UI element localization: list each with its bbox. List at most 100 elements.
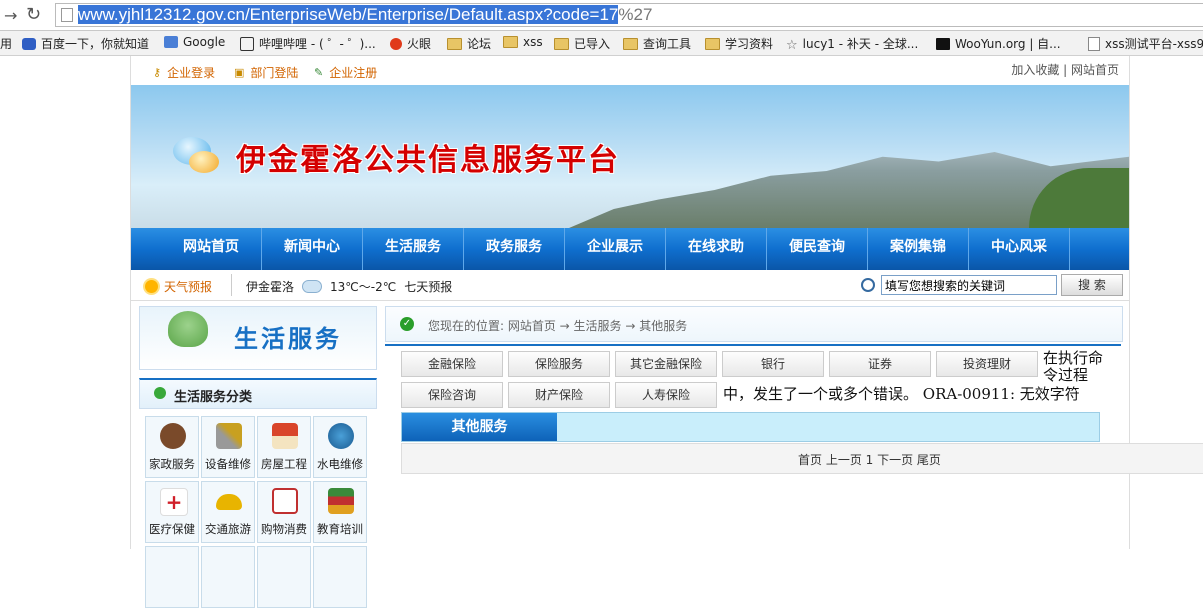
divider [231, 274, 232, 296]
enterprise-login-link[interactable]: ⚷ 企业登录 [153, 64, 215, 81]
error-message-line2: 令过程 [1043, 366, 1089, 384]
category-equipment-repair[interactable]: 设备维修 [201, 416, 255, 478]
sub-category-tabs: 金融保险 保险服务 其它金融保险 银行 证券 投资理财 保险咨询 财产保险 人寿… [385, 349, 1121, 413]
tab-other-services[interactable]: 其他服务 [402, 413, 557, 441]
subtab-bank[interactable]: 银行 [722, 351, 824, 377]
bookmark-folder[interactable]: 学习资料 [705, 35, 773, 52]
star-icon: ☆ [786, 37, 798, 53]
back-icon[interactable]: → [4, 6, 17, 25]
subtab-property-insurance[interactable]: 财产保险 [508, 382, 610, 408]
main-content: ✓ 您现在的位置: 网站首页 → 生活服务 → 其他服务 金融保险 保险服务 其… [385, 306, 1123, 413]
folder-icon [503, 36, 518, 48]
life-services-banner: 生活服务 [139, 306, 377, 370]
weather-label: 天气预报 [145, 278, 212, 295]
list-tab-header: 其他服务 [401, 412, 1100, 442]
nav-life-services[interactable]: 生活服务 [363, 228, 464, 270]
site-title: 伊金霍洛公共信息服务平台 [236, 143, 620, 178]
sidebar: 生活服务 生活服务分类 家政服务 设备维修 房屋工程 水电维修 + 医疗保健 交通… [139, 306, 377, 608]
breadcrumb: ✓ 您现在的位置: 网站首页 → 生活服务 → 其他服务 [385, 306, 1123, 342]
car-icon [216, 494, 242, 510]
search-icon [861, 278, 875, 292]
page-icon [61, 8, 73, 22]
folder-icon [447, 37, 462, 50]
category-housekeeping[interactable]: 家政服务 [145, 416, 199, 478]
subtab-finance-insurance[interactable]: 金融保险 [401, 351, 503, 377]
bookmarks-bar: 用 百度一下，你就知道 Google 哔哩哔哩 - ( ゜- ゜)... 火眼 … [0, 31, 1203, 56]
url-rest-text: %27 [618, 5, 653, 24]
department-login-link[interactable]: ▣ 部门登陆 [234, 64, 298, 81]
pencil-icon: ✎ [314, 66, 324, 79]
key-icon: ⚷ [153, 66, 162, 79]
web-page: ⚷ 企业登录 ▣ 部门登陆 ✎ 企业注册 加入收藏 | 网站首页 伊金霍洛公共信息服务… [130, 56, 1203, 608]
sidebar-banner-title: 生活服务 [234, 325, 342, 353]
enterprise-register-link[interactable]: ✎ 企业注册 [314, 64, 377, 81]
category-item[interactable] [257, 546, 311, 608]
main-nav: 网站首页 新闻中心 生活服务 政务服务 企业展示 在线求助 便民查询 案例集锦 … [131, 228, 1129, 270]
cloud-icon [302, 280, 323, 293]
house-icon [272, 423, 298, 449]
category-item[interactable] [145, 546, 199, 608]
bookmark-item[interactable]: xss测试平台-xss9 [1088, 35, 1203, 52]
books-icon [328, 488, 354, 514]
category-housing[interactable]: 房屋工程 [257, 416, 311, 478]
search-input[interactable] [881, 275, 1057, 295]
subtab-other-finance[interactable]: 其它金融保险 [615, 351, 717, 377]
category-item[interactable] [313, 546, 367, 608]
nav-home[interactable]: 网站首页 [161, 228, 262, 270]
subtab-investment[interactable]: 投资理财 [936, 351, 1038, 377]
bookmark-item[interactable]: 火眼 [390, 35, 431, 52]
category-header: 生活服务分类 [139, 378, 377, 409]
subtab-securities[interactable]: 证券 [829, 351, 931, 377]
bookmark-folder[interactable]: 已导入 [554, 35, 610, 52]
category-travel[interactable]: 交通旅游 [201, 481, 255, 543]
site-banner: 伊金霍洛公共信息服务平台 [131, 85, 1129, 228]
category-education[interactable]: 教育培训 [313, 481, 367, 543]
pagination: 首页 上一页 1 下一页 尾页 [401, 443, 1203, 474]
faucet-icon [328, 423, 354, 449]
subtab-insurance-consult[interactable]: 保险咨询 [401, 382, 503, 408]
category-item[interactable] [201, 546, 255, 608]
category-plumbing[interactable]: 水电维修 [313, 416, 367, 478]
bookmark-folder[interactable]: 查询工具 [623, 35, 691, 52]
subtab-life-insurance[interactable]: 人寿保险 [615, 382, 717, 408]
bookmark-item[interactable]: ☆ lucy1 - 补天 - 全球... [786, 35, 918, 53]
bookmark-item[interactable]: 哔哩哔哩 - ( ゜- ゜)... [240, 35, 376, 52]
category-shopping[interactable]: 购物消费 [257, 481, 311, 543]
weather-temp: 13℃～-2℃ [330, 280, 397, 294]
bookmark-item[interactable]: 用 [0, 35, 12, 52]
google-icon [164, 36, 178, 48]
url-input[interactable]: www.yjhl12312.gov.cn/EnterpriseWeb/Enter… [55, 3, 1203, 27]
search-area: 搜 索 [861, 274, 1123, 296]
wooyun-icon [936, 37, 950, 50]
nav-center-style[interactable]: 中心风采 [969, 228, 1070, 270]
weather-bar: 天气预报 伊金霍洛 13℃～-2℃ 七天预报 搜 索 [131, 270, 1129, 301]
nav-enterprise[interactable]: 企业展示 [565, 228, 666, 270]
baidu-paw-icon [22, 37, 36, 50]
bookmark-folder[interactable]: xss [503, 35, 543, 49]
favorite-home-links[interactable]: 加入收藏 | 网站首页 [1011, 61, 1119, 78]
tools-icon [216, 423, 242, 449]
bookmark-item[interactable]: 百度一下，你就知道 [22, 35, 149, 52]
nav-news[interactable]: 新闻中心 [262, 228, 363, 270]
bookmark-item[interactable]: WooYun.org | 自... [936, 35, 1061, 52]
pagination-links[interactable]: 首页 上一页 1 下一页 尾页 [798, 451, 941, 468]
refresh-circle-icon [154, 387, 166, 399]
bookmark-item[interactable]: Google [164, 35, 225, 49]
lock-icon: ▣ [234, 66, 245, 79]
subtab-insurance-service[interactable]: 保险服务 [508, 351, 610, 377]
error-message-line3: 中，发生了一个或多个错误。 ORA-00911: 无效字符 [723, 385, 1080, 403]
nav-government[interactable]: 政务服务 [464, 228, 565, 270]
search-button[interactable]: 搜 索 [1061, 274, 1123, 296]
reload-icon[interactable]: ↻ [26, 4, 41, 25]
browser-address-bar: → ↻ www.yjhl12312.gov.cn/EnterpriseWeb/E… [0, 0, 1203, 31]
seven-day-forecast-link[interactable]: 七天预报 [404, 278, 452, 295]
nav-online-help[interactable]: 在线求助 [666, 228, 767, 270]
category-medical[interactable]: + 医疗保健 [145, 481, 199, 543]
housekeeper-icon [160, 423, 186, 449]
bookmark-folder[interactable]: 论坛 [447, 35, 491, 52]
nav-cases[interactable]: 案例集锦 [868, 228, 969, 270]
nav-convenience-query[interactable]: 便民查询 [767, 228, 868, 270]
breadcrumb-text: 您现在的位置: 网站首页 → 生活服务 → 其他服务 [428, 319, 688, 333]
bilibili-icon [240, 36, 254, 51]
folder-icon [554, 37, 569, 50]
